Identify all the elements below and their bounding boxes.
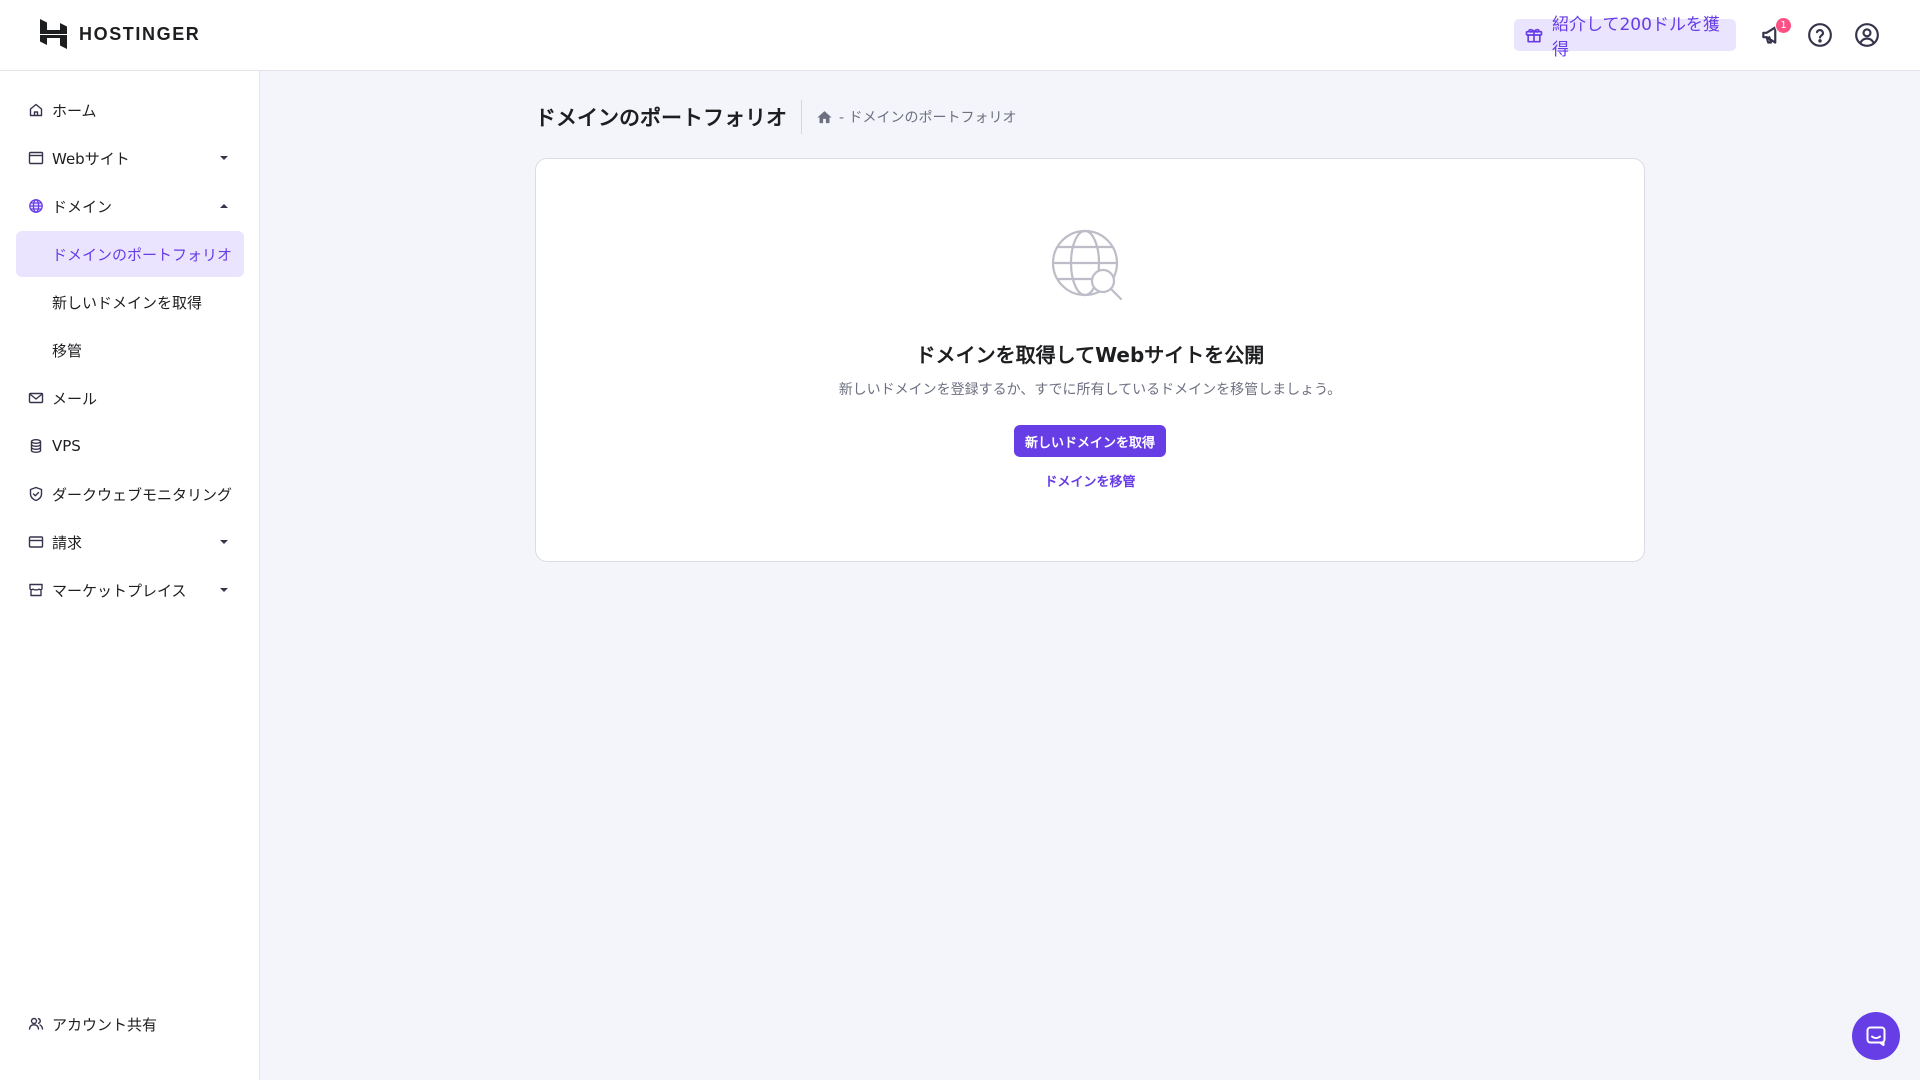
sidebar-item-home[interactable]: ホーム [16,87,244,133]
page-header: ドメインのポートフォリオ - ドメインのポートフォリオ [535,100,1017,134]
users-icon [28,1016,44,1032]
chevron-up-icon [220,204,228,208]
transfer-domain-label: ドメインを移管 [1044,475,1136,490]
home-icon [28,102,44,118]
chevron-down-icon [220,156,228,160]
sidebar-subitem-domain-portfolio[interactable]: ドメインのポートフォリオ [16,231,244,277]
sidebar-item-label: 移管 [52,341,83,360]
sidebar-item-label: ホーム [52,101,97,120]
sidebar-item-marketplace[interactable]: マーケットプレイス [16,567,244,613]
referral-button[interactable]: 紹介して200ドルを獲得 [1514,15,1736,60]
shield-icon [28,486,44,502]
notification-badge: 1 [1775,17,1792,34]
page-title: ドメインのポートフォリオ [535,106,787,130]
sidebar-item-account-sharing[interactable]: アカウント共有 [16,1001,244,1047]
sidebar-item-domains[interactable]: ドメイン [16,183,244,229]
sidebar-item-label: ドメイン [52,197,113,216]
sidebar-item-label: Webサイト [52,149,130,168]
sidebar: ホーム Webサイト ドメイン ドメインのポートフォリオ 新しいドメインを取得 … [0,71,260,1080]
top-bar: HOSTINGER 紹介して200ドルを獲得 1 [0,0,1920,71]
sidebar-item-dark-web-monitoring[interactable]: ダークウェブモニタリング [16,471,244,517]
empty-state-description: 新しいドメインを登録するか、すでに所有しているドメインを移管しましょう。 [838,382,1342,398]
sidebar-item-label: 新しいドメインを取得 [52,293,203,312]
referral-label: 紹介して200ドルを獲得 [1552,15,1720,60]
header-divider [801,100,802,134]
gift-icon [1525,28,1543,43]
sidebar-item-label: 請求 [52,533,83,552]
user-avatar-icon [1855,23,1879,47]
transfer-domain-link[interactable]: ドメインを移管 [536,471,1644,490]
sidebar-item-label: ドメインのポートフォリオ [52,245,233,264]
empty-state-card: ドメインを取得してWebサイトを公開 新しいドメインを登録するか、すでに所有して… [535,158,1645,562]
sidebar-item-billing[interactable]: 請求 [16,519,244,565]
home-icon[interactable] [816,109,833,126]
chevron-down-icon [220,540,228,544]
chat-widget-button[interactable] [1852,1012,1900,1060]
chat-icon [1866,1026,1886,1046]
sidebar-item-label: VPS [52,437,81,455]
hostinger-logo-icon [40,19,67,49]
notifications-button[interactable]: 1 [1757,17,1792,50]
mail-icon [28,390,44,406]
sidebar-subitem-transfer[interactable]: 移管 [16,327,244,373]
sidebar-item-label: アカウント共有 [52,1015,158,1034]
empty-state-title: ドメインを取得してWebサイトを公開 [915,343,1265,367]
sidebar-item-label: ダークウェブモニタリング [52,485,233,504]
credit-card-icon [28,534,44,550]
logo-text: HOSTINGER [79,23,201,44]
server-icon [28,438,44,454]
breadcrumb: - ドメインのポートフォリオ [816,107,1017,127]
globe-search-icon [1051,229,1123,301]
marketplace-icon [28,582,44,598]
sidebar-item-email[interactable]: メール [16,375,244,421]
hostinger-logo[interactable]: HOSTINGER [40,19,200,49]
globe-icon [28,198,44,214]
sidebar-subitem-get-new-domain[interactable]: 新しいドメインを取得 [16,279,244,325]
account-button[interactable] [1852,20,1882,50]
chevron-down-icon [220,588,228,592]
sidebar-item-label: メール [52,389,98,408]
sidebar-item-vps[interactable]: VPS [16,423,244,469]
help-button[interactable] [1805,20,1835,50]
sidebar-item-label: マーケットプレイス [52,581,187,600]
breadcrumb-current: - ドメインのポートフォリオ [839,110,1017,126]
help-icon [1808,23,1832,47]
browser-window-icon [28,150,44,166]
get-new-domain-button[interactable]: 新しいドメインを取得 [1014,425,1166,457]
sidebar-item-websites[interactable]: Webサイト [16,135,244,181]
